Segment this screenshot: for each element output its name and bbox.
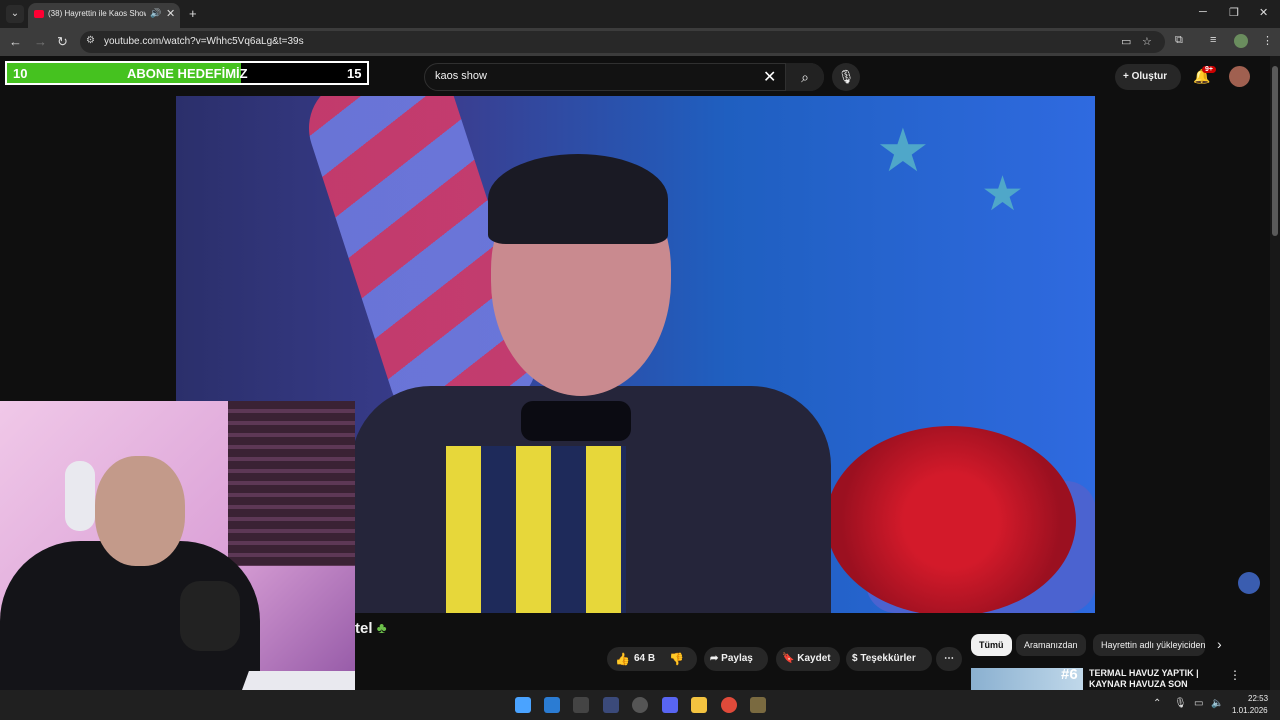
microphone-tray-icon[interactable]: 🎙 [1174,698,1187,709]
profile-avatar[interactable] [1234,34,1248,48]
save-label: Kaydet [797,653,831,664]
recommended-menu-icon[interactable]: ⋮ [1229,668,1241,682]
close-window-icon[interactable]: ✕ [1259,6,1268,19]
extensions-icon[interactable]: ⧉ [1175,34,1183,47]
guest-striped-shirt [446,446,626,613]
dislike-icon[interactable]: 👎 [669,647,684,671]
browser-tab[interactable]: (38) Hayrettin ile Kaos Show 🔊 ✕ [28,3,180,28]
page-scrollbar[interactable] [1270,56,1280,690]
start-icon[interactable] [515,697,531,713]
voice-search-icon[interactable]: 🎙 [832,63,860,91]
cast-icon[interactable]: ▭ [1121,35,1131,48]
url-text: youtube.com/watch?v=Whhc5Vq6aLg&t=39s [104,36,304,47]
tray-chevron-icon[interactable]: ⌃ [1153,698,1161,709]
scrollbar-thumb[interactable] [1272,66,1278,236]
app-icon[interactable] [573,697,589,713]
window-blinds [228,401,355,566]
thanks-label: Teşekkürler [860,653,916,664]
windows-taskbar: ⌃ 🎙 ▭ 🔈 22:53 1.01.2026 [0,690,1280,720]
thumbnail-number: #6 [1061,668,1078,683]
guest-hair [488,154,668,244]
like-icon[interactable]: 👍 [615,647,630,671]
share-button[interactable]: ➦ Paylaş [704,647,768,671]
decor-star-icon: ★ [876,117,930,184]
chrome-icon[interactable] [721,697,737,713]
clock-date[interactable]: 1.01.2026 [1232,706,1268,715]
more-actions-icon[interactable]: ⋯ [936,647,962,671]
chip-from-search[interactable]: Aramanızdan [1016,634,1086,656]
goal-current: 10 [13,66,28,81]
outlook-icon[interactable] [544,697,560,713]
account-avatar[interactable] [1229,66,1250,87]
media-controls-icon[interactable]: ≡ [1210,34,1216,46]
clear-search-icon[interactable]: ✕ [763,67,776,87]
file-explorer-icon[interactable] [691,697,707,713]
youtube-header: 10 ABONE HEDEFİMİZ 15 kaos show ✕ ⌕ 🎙 + … [0,56,1270,96]
bow-tie [521,401,631,441]
create-button[interactable]: + Oluştur [1115,64,1181,90]
chevron-right-icon[interactable]: › [1217,636,1222,652]
bookmark-star-icon[interactable]: ☆ [1142,35,1152,48]
discord-icon[interactable] [662,697,678,713]
notifications-badge: 9+ [1202,66,1216,73]
new-tab-button[interactable]: + [189,6,197,21]
headphones [65,461,95,531]
chip-all[interactable]: Tümü [971,634,1012,656]
channel-watermark[interactable] [1238,572,1260,594]
recommended-thumbnail[interactable]: #6 [971,668,1083,690]
like-dislike-group: 👍 64 B 👎 [607,647,697,671]
share-label: Paylaş [721,653,753,664]
reload-icon[interactable]: ↻ [57,34,68,50]
browser-tab-strip: ⌄ (38) Hayrettin ile Kaos Show 🔊 ✕ + ─ ❐… [0,0,1280,28]
tab-title: (38) Hayrettin ile Kaos Show [48,9,146,18]
goal-title: ABONE HEDEFİMİZ [127,66,248,81]
video-title: tel ♣ [355,620,387,637]
browser-menu-icon[interactable]: ⋮ [1262,34,1273,47]
streamer-webcam [0,401,355,720]
browser-toolbar: ← → ↻ ⚙ youtube.com/watch?v=Whhc5Vq6aLg&… [0,28,1280,56]
decor-star-icon: ★ [981,168,1025,221]
forward-icon[interactable]: → [34,34,47,49]
volume-icon[interactable]: 🔈 [1211,698,1223,709]
recommended-title[interactable]: TERMAL HAVUZ YAPTIK | KAYNAR HAVUZA SON … [1089,668,1217,690]
tab-search-button[interactable]: ⌄ [6,5,24,23]
red-tinsel [826,426,1076,613]
network-icon[interactable]: ▭ [1194,698,1203,709]
streamer-face [95,456,185,566]
search-box[interactable]: kaos show ✕ ⌕ [424,63,824,91]
search-input[interactable]: kaos show [435,70,487,82]
restore-icon[interactable]: ❐ [1229,6,1239,19]
audio-playing-icon[interactable]: 🔊 [150,8,161,19]
back-icon[interactable]: ← [9,34,22,49]
search-icon[interactable]: ⌕ [785,63,824,91]
chip-uploader[interactable]: Hayrettin adlı yükleyiciden [1093,634,1205,656]
minimize-icon[interactable]: ─ [1199,6,1207,18]
like-count[interactable]: 64 B [634,647,655,671]
save-button[interactable]: 🔖 Kaydet [776,647,840,671]
subscriber-goal-overlay: 10 ABONE HEDEFİMİZ 15 [5,61,369,85]
create-label: Oluştur [1131,71,1168,82]
youtube-favicon-icon [34,10,44,18]
tab-close-icon[interactable]: ✕ [166,7,175,20]
app-icon[interactable] [603,697,619,713]
site-info-icon[interactable]: ⚙ [86,35,95,46]
obs-icon[interactable] [632,697,648,713]
thanks-button[interactable]: $ Teşekkürler [846,647,932,671]
app-icon[interactable] [750,697,766,713]
clock-time[interactable]: 22:53 [1248,694,1268,703]
address-bar[interactable]: ⚙ youtube.com/watch?v=Whhc5Vq6aLg&t=39s … [80,31,1165,53]
goal-target: 15 [347,66,362,81]
microphone [180,581,240,651]
tree-emoji-icon: ♣ [376,620,387,637]
